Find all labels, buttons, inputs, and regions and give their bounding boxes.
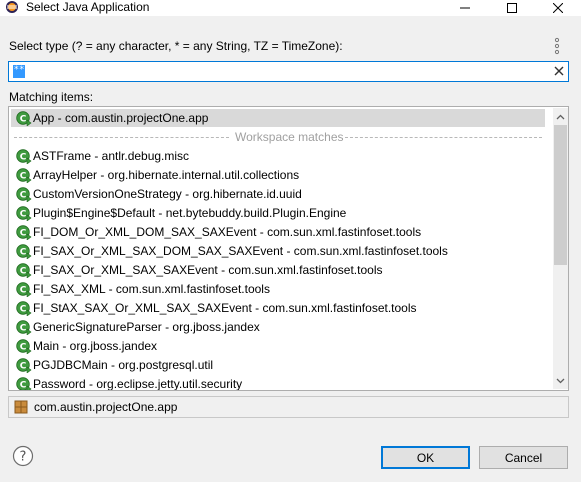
java-class-main-icon: C — [16, 149, 32, 164]
workspace-matches-separator: Workspace matches — [14, 128, 542, 146]
svg-text:C: C — [20, 361, 27, 371]
search-field[interactable]: ** — [8, 61, 569, 82]
minimize-icon — [460, 7, 470, 9]
scroll-thumb[interactable] — [554, 125, 567, 265]
list-item[interactable]: C FI_SAX_Or_XML_SAX_DOM_SAX_SAXEvent - co… — [11, 242, 545, 260]
history-item[interactable]: C App - com.austin.projectOne.app — [11, 109, 545, 127]
window-title: Select Java Application — [26, 0, 150, 14]
java-class-main-icon: C — [16, 206, 32, 221]
svg-text:C: C — [20, 152, 27, 162]
java-class-main-icon: C — [16, 320, 32, 335]
chevron-up-icon — [556, 114, 565, 119]
java-class-main-icon: C — [16, 244, 32, 259]
list-item[interactable]: C FI_SAX_Or_XML_SAX_SAXEvent - com.sun.xm… — [11, 261, 545, 279]
java-class-main-icon: C — [16, 263, 32, 278]
list-item[interactable]: C ArrayHelper - org.hibernate.internal.ut… — [11, 166, 545, 184]
svg-text:C: C — [20, 266, 27, 276]
list-item-label: Main - org.jboss.jandex — [33, 339, 158, 353]
list-item-label: ASTFrame - antlr.debug.misc — [33, 149, 190, 163]
list-item[interactable]: C Password - org.eclipse.jetty.util.secur… — [11, 375, 545, 391]
java-class-main-icon: C — [16, 358, 32, 373]
list-item-label: FI_SAX_XML - com.sun.xml.fastinfoset.too… — [33, 282, 270, 296]
maximize-button[interactable] — [489, 0, 535, 16]
svg-text:C: C — [20, 171, 27, 181]
svg-text:?: ? — [20, 450, 27, 465]
scroll-up-button[interactable] — [553, 108, 568, 125]
clear-icon[interactable] — [553, 65, 565, 77]
list-item[interactable]: C ASTFrame - antlr.debug.misc — [11, 147, 545, 165]
svg-text:C: C — [20, 247, 27, 257]
list-item-label: Password - org.eclipse.jetty.util.securi… — [33, 377, 243, 391]
details-text: com.austin.projectOne.app — [34, 400, 178, 414]
help-icon[interactable]: ? — [12, 445, 34, 467]
minimize-button[interactable] — [442, 0, 488, 16]
details-pane: com.austin.projectOne.app — [8, 396, 569, 418]
eclipse-app-icon — [6, 1, 18, 13]
list-item-label: Plugin$Engine$Default - net.bytebuddy.bu… — [33, 206, 347, 220]
list-item-label: App - com.austin.projectOne.app — [33, 111, 209, 125]
list-item-label: ArrayHelper - org.hibernate.internal.uti… — [33, 168, 300, 182]
java-class-main-icon: C — [16, 339, 32, 354]
separator-label: Workspace matches — [235, 130, 344, 144]
java-class-main-icon: C — [16, 225, 32, 240]
java-class-main-icon: C — [16, 282, 32, 297]
list-item[interactable]: C FI_SAX_XML - com.sun.xml.fastinfoset.to… — [11, 280, 545, 298]
java-class-main-icon: C — [16, 377, 32, 390]
search-input[interactable] — [27, 63, 547, 80]
close-icon — [553, 3, 563, 13]
list-item[interactable]: C FI_StAX_SAX_Or_XML_SAX_SAXEvent - com.s… — [11, 299, 545, 317]
search-selected-text: ** — [13, 65, 25, 78]
list-item-label: CustomVersionOneStrategy - org.hibernate… — [33, 187, 302, 201]
svg-text:C: C — [20, 190, 27, 200]
list-item-label: FI_SAX_Or_XML_SAX_DOM_SAX_SAXEvent - com… — [33, 244, 448, 258]
java-class-main-icon: C — [16, 301, 32, 316]
list-item[interactable]: C FI_DOM_Or_XML_DOM_SAX_SAXEvent - com.su… — [11, 223, 545, 241]
list-item[interactable]: C CustomVersionOneStrategy - org.hibernat… — [11, 185, 545, 203]
list-item[interactable]: C Plugin$Engine$Default - net.bytebuddy.b… — [11, 204, 545, 222]
list-item-label: GenericSignatureParser - org.jboss.jande… — [33, 320, 260, 334]
list-item-label: FI_StAX_SAX_Or_XML_SAX_SAXEvent - com.su… — [33, 301, 417, 315]
list-item[interactable]: C GenericSignatureParser - org.jboss.jand… — [11, 318, 545, 336]
ok-button[interactable]: OK — [381, 446, 470, 469]
view-menu-icon[interactable] — [552, 37, 562, 55]
svg-text:C: C — [20, 228, 27, 238]
title-bar: Select Java Application — [0, 0, 581, 16]
package-icon — [14, 400, 28, 414]
list-item-label: FI_DOM_Or_XML_DOM_SAX_SAXEvent - com.sun… — [33, 225, 422, 239]
java-class-main-icon: C — [16, 187, 32, 202]
matching-items-list[interactable]: C App - com.austin.projectOne.app Workspac… — [8, 106, 569, 391]
svg-text:C: C — [20, 285, 27, 295]
list-item[interactable]: C Main - org.jboss.jandex — [11, 337, 545, 355]
vertical-scrollbar[interactable] — [553, 108, 568, 389]
svg-text:C: C — [20, 114, 27, 124]
scroll-down-button[interactable] — [553, 372, 568, 389]
chevron-down-icon — [556, 378, 565, 383]
java-class-main-icon: C — [16, 168, 32, 183]
maximize-icon — [507, 3, 517, 13]
svg-text:C: C — [20, 323, 27, 333]
list-item-label: PGJDBCMain - org.postgresql.util — [33, 358, 214, 372]
svg-text:C: C — [20, 304, 27, 314]
svg-text:C: C — [20, 380, 27, 390]
svg-text:C: C — [20, 209, 27, 219]
list-item[interactable]: C PGJDBCMain - org.postgresql.util — [11, 356, 545, 374]
list-item-label: FI_SAX_Or_XML_SAX_SAXEvent - com.sun.xml… — [33, 263, 383, 277]
close-button[interactable] — [535, 0, 581, 16]
select-type-label: Select type (? = any character, * = any … — [9, 39, 343, 53]
svg-text:C: C — [20, 342, 27, 352]
cancel-button[interactable]: Cancel — [479, 446, 568, 469]
java-class-main-icon: C — [16, 111, 32, 126]
matching-items-label: Matching items: — [9, 90, 94, 104]
